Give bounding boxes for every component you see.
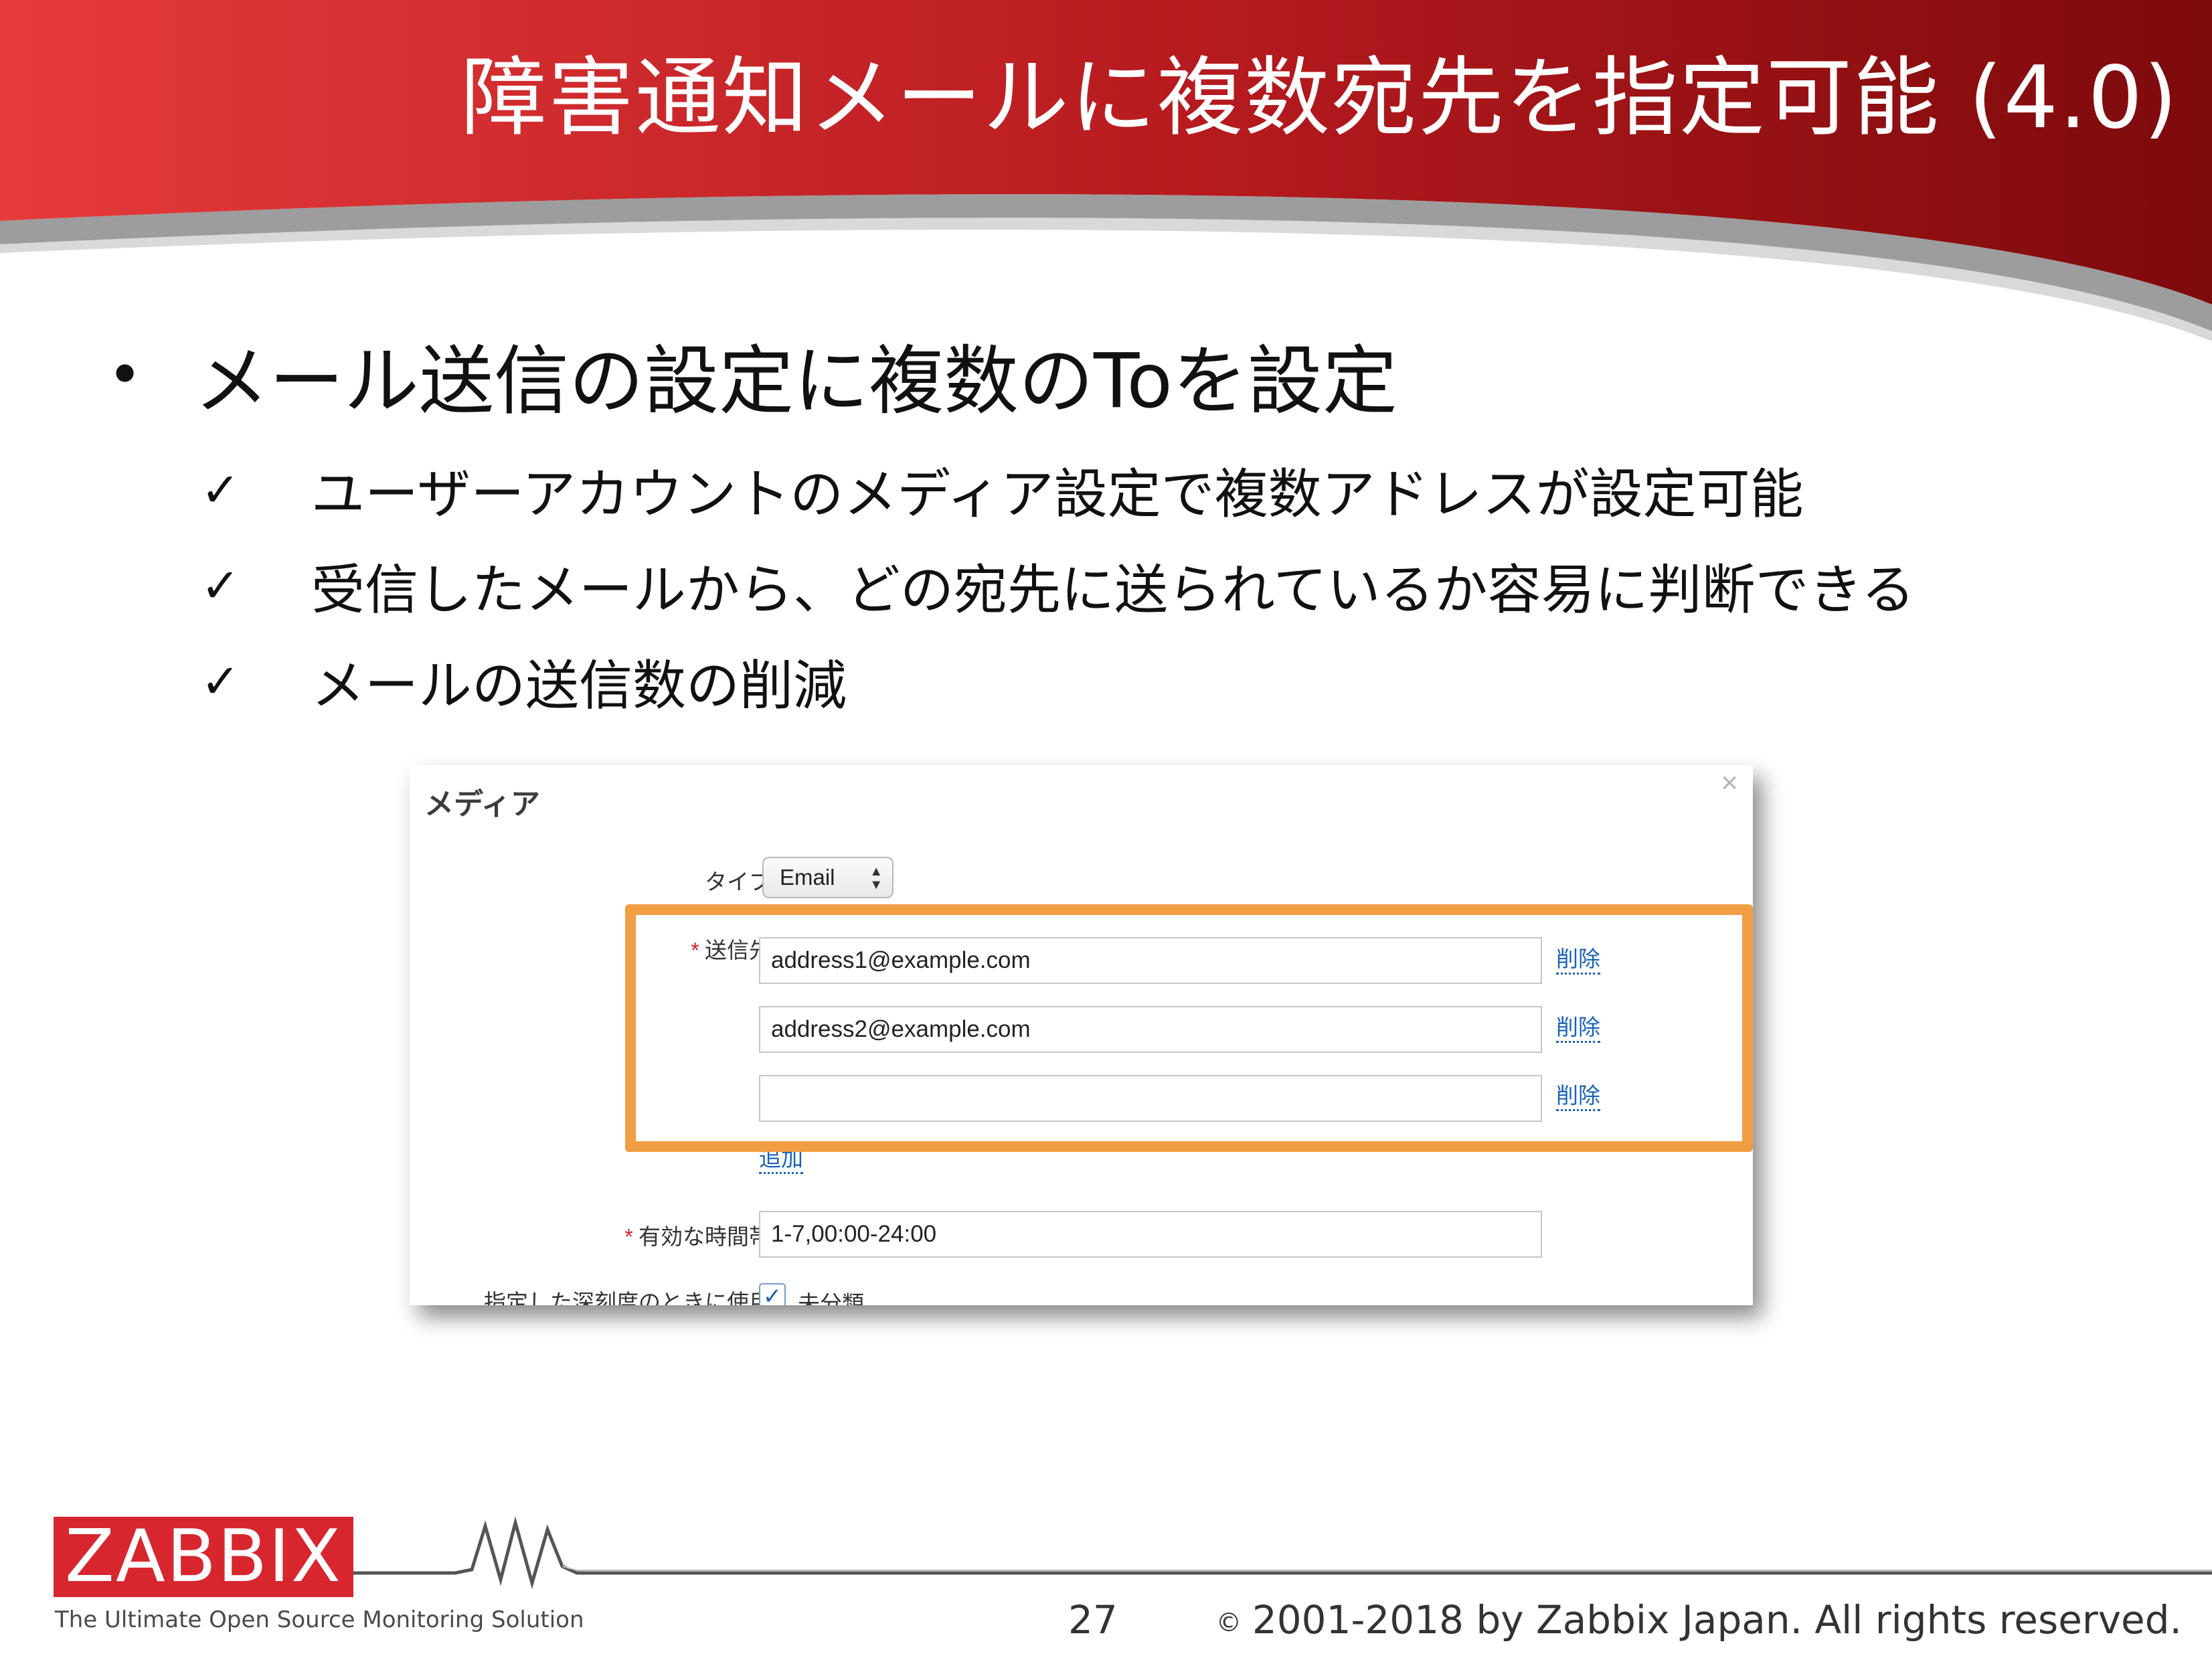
sub-bullet-text: 受信したメールから、どの宛先に送られているか容易に判断できる [311, 558, 1915, 621]
copyright-text: 2001-2018 by Zabbix Japan. All rights re… [1252, 1597, 2182, 1643]
severity-checkbox[interactable]: ✓ [759, 1283, 786, 1305]
sub-bullet-item: ✓ 受信したメールから、どの宛先に送られているか容易に判断できる [201, 537, 1915, 633]
main-bullet: • メール送信の設定に複数のToを設定 [107, 315, 1397, 435]
send-to-value: address2@example.com [771, 1016, 1031, 1042]
checkmark-icon: ✓ [201, 558, 240, 613]
type-label: タイプ [705, 869, 771, 894]
copyright-icon: © [1215, 1607, 1242, 1637]
bullet-dot-icon: • [107, 339, 143, 410]
media-dialog: メディア × タイプ Email ▲ ▼ * 送信先 address1@exampl… [410, 765, 1753, 1305]
remove-link-2[interactable]: 削除 [1556, 1014, 1600, 1043]
use-if-severity-label: 指定した深刻度のときに使用 [484, 1290, 771, 1305]
tagline: The Ultimate Open Source Monitoring Solu… [55, 1606, 584, 1633]
when-active-input[interactable]: 1-7,00:00-24:00 [759, 1211, 1542, 1258]
checkmark-icon: ✓ [201, 462, 240, 517]
send-to-input-1[interactable]: address1@example.com [759, 937, 1542, 984]
type-select-value: Email [780, 865, 835, 890]
when-active-value: 1-7,00:00-24:00 [771, 1221, 937, 1247]
zabbix-logo: ZABBIX [54, 1517, 353, 1597]
copyright: © 2001-2018 by Zabbix Japan. All rights r… [1216, 1597, 2182, 1643]
close-icon[interactable]: × [1721, 766, 1738, 800]
when-active-label-text: 有効な時間帯 [639, 1224, 771, 1249]
remove-link-3[interactable]: 削除 [1556, 1082, 1600, 1111]
checkmark-icon: ✓ [201, 653, 240, 709]
dialog-title: メディア [424, 788, 540, 821]
main-bullet-text: メール送信の設定に複数のToを設定 [194, 338, 1397, 425]
remove-link-1[interactable]: 削除 [1556, 946, 1600, 975]
type-select[interactable]: Email ▲ ▼ [762, 857, 894, 898]
sub-bullet-text: メールの送信数の削減 [311, 654, 847, 717]
select-arrows-icon: ▲ ▼ [869, 864, 883, 892]
send-to-value: address1@example.com [771, 947, 1031, 973]
sub-bullet-item: ✓ メールの送信数の削減 [201, 633, 1915, 729]
add-link[interactable]: 追加 [759, 1145, 803, 1174]
severity-not-classified-label: 未分類 [798, 1291, 864, 1305]
page-number: 27 [1068, 1597, 1118, 1643]
required-marker: * [691, 938, 699, 963]
sub-bullet-list: ✓ ユーザーアカウントのメディア設定で複数アドレスが設定可能 ✓ 受信したメール… [201, 442, 1915, 729]
send-to-input-3[interactable] [759, 1075, 1542, 1122]
sub-bullet-item: ✓ ユーザーアカウントのメディア設定で複数アドレスが設定可能 [201, 442, 1915, 537]
when-active-label: * 有効な時間帯 [624, 1219, 771, 1251]
slide-title: 障害通知メールに複数宛先を指定可能 (4.0) [460, 48, 2179, 148]
send-to-input-2[interactable]: address2@example.com [759, 1006, 1542, 1053]
sub-bullet-text: ユーザーアカウントのメディア設定で複数アドレスが設定可能 [311, 463, 1804, 525]
required-marker: * [624, 1224, 633, 1249]
